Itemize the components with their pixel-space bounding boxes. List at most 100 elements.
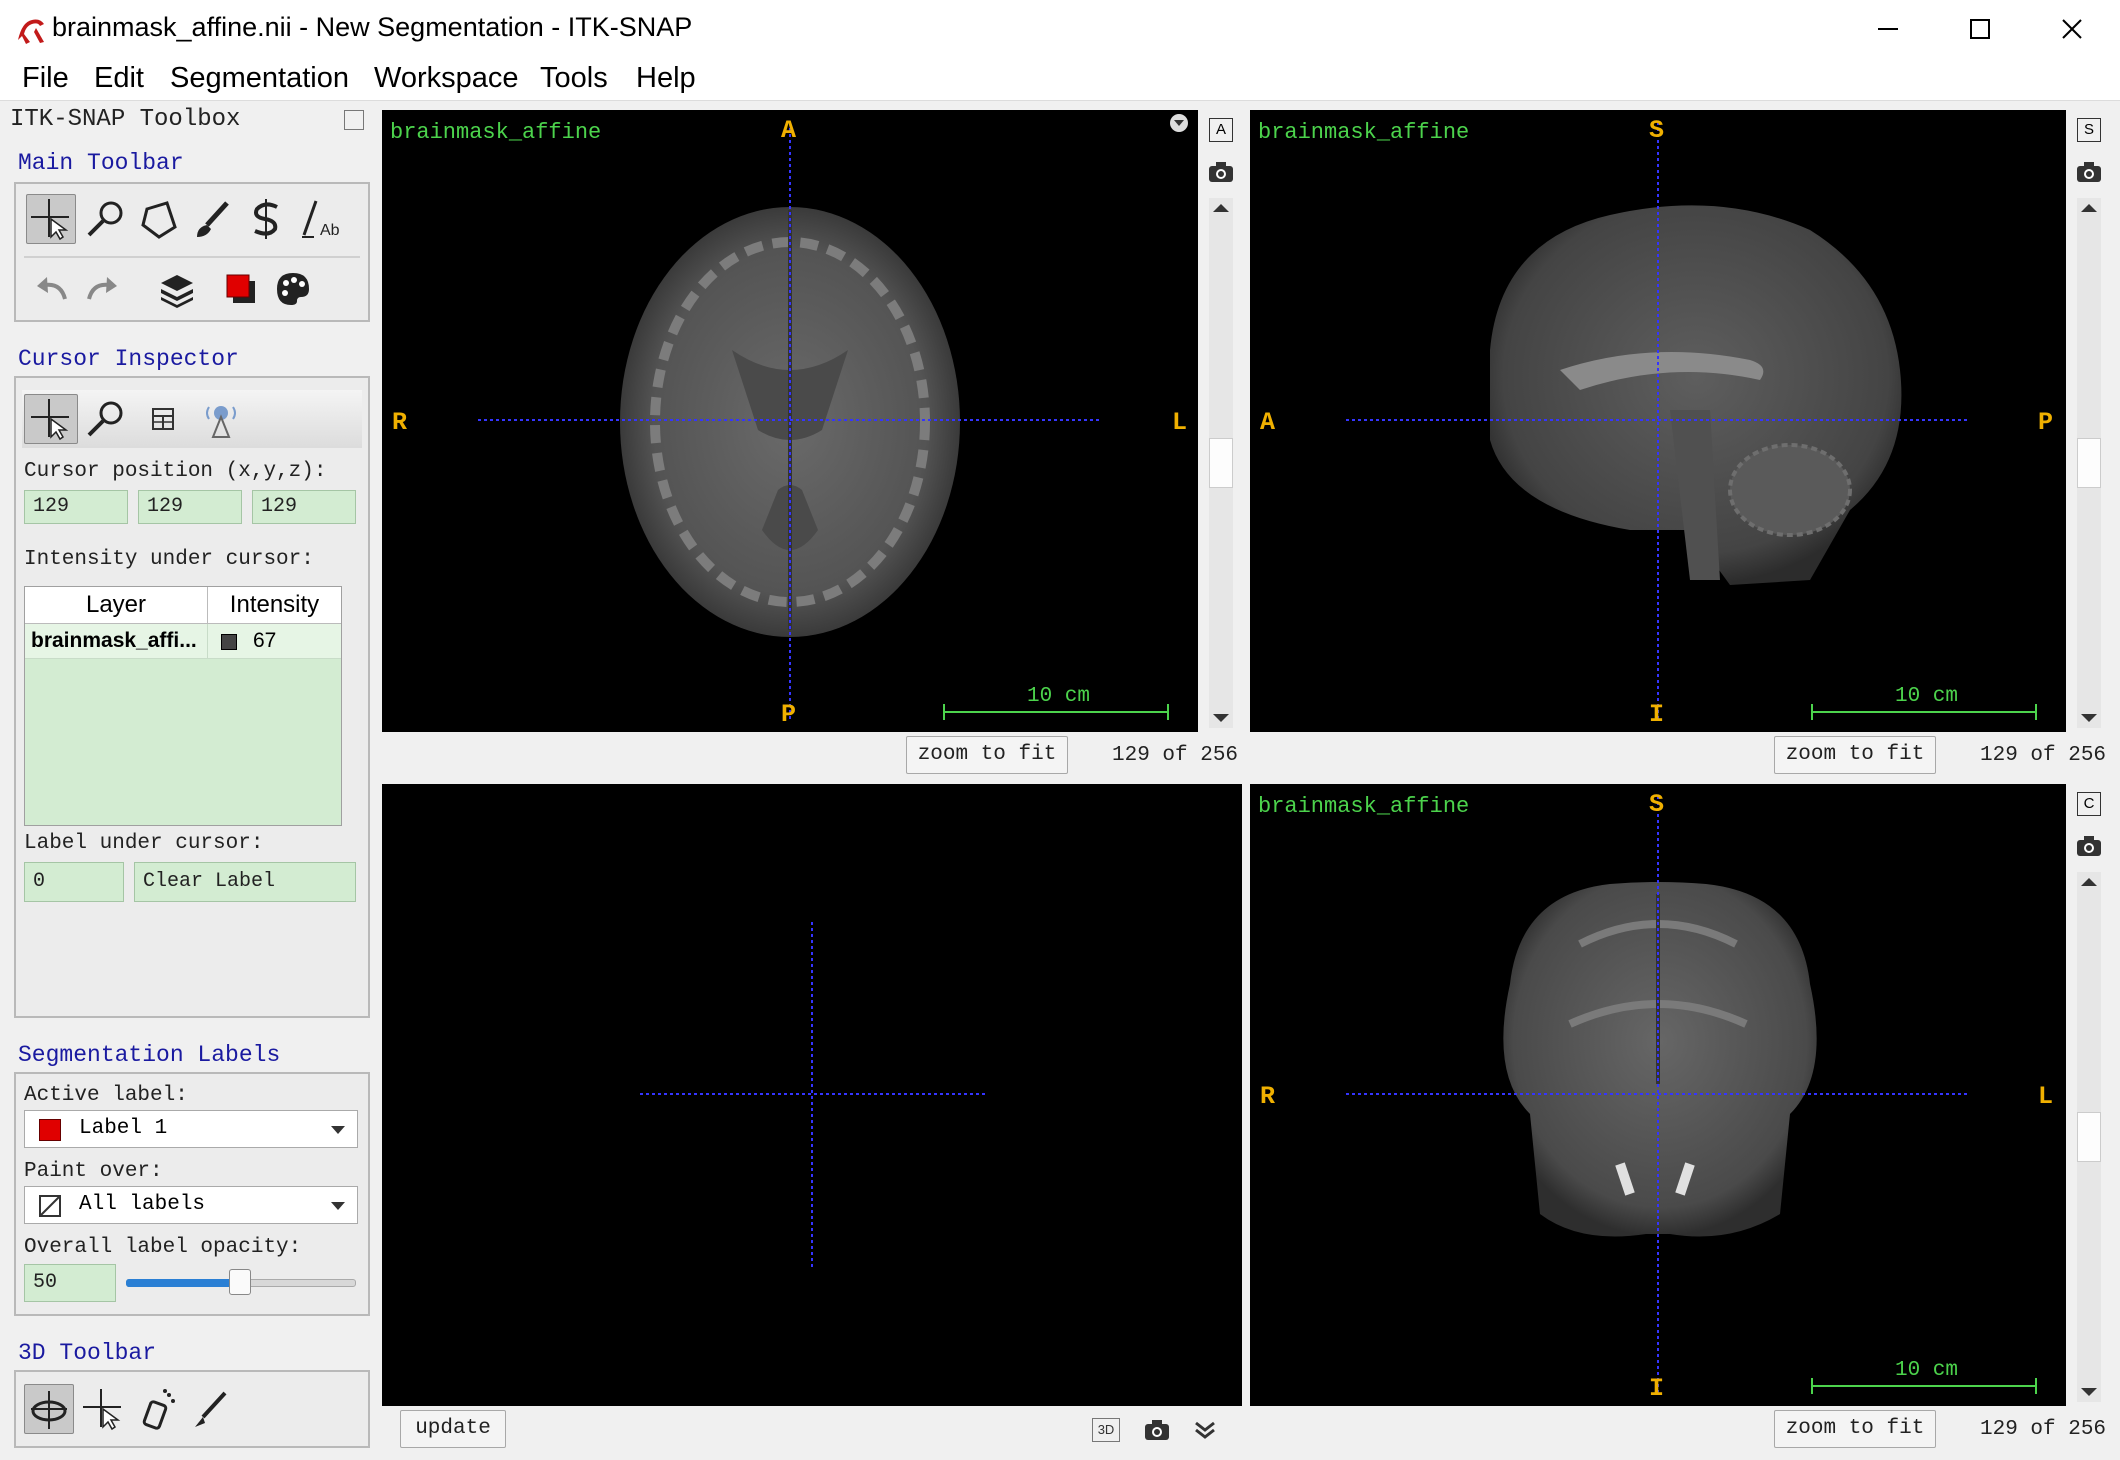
label-color-icon xyxy=(226,274,255,303)
opacity-slider-handle[interactable] xyxy=(229,1269,251,1295)
sagittal-slice-scrollbar[interactable] xyxy=(2077,198,2101,728)
coronal-orient-bottom: I xyxy=(1649,1374,1665,1403)
label-id-field[interactable]: 0 xyxy=(24,862,124,902)
toggle-3d-button[interactable]: 3D xyxy=(1092,1418,1120,1442)
sagittal-view[interactable]: brainmask_affine S I A P 10 cm xyxy=(1250,110,2066,732)
axial-snapshot-button[interactable] xyxy=(1204,156,1238,188)
cursor-y-field[interactable]: 129 xyxy=(138,490,242,524)
paintbrush-tool-button[interactable] xyxy=(188,194,238,244)
opacity-slider[interactable] xyxy=(126,1269,356,1295)
opacity-field[interactable]: 50 xyxy=(24,1264,116,1302)
magnifier-icon xyxy=(87,401,123,437)
menu-edit[interactable]: Edit xyxy=(94,62,144,95)
label-name-field[interactable]: Clear Label xyxy=(134,862,356,902)
minimize-button[interactable] xyxy=(1842,0,1934,58)
palette-icon xyxy=(277,273,309,305)
sagittal-scale-bar xyxy=(1811,704,2037,720)
view-options-button[interactable] xyxy=(1170,114,1188,132)
menu-file[interactable]: File xyxy=(22,62,69,95)
sagittal-snapshot-button[interactable] xyxy=(2072,156,2106,188)
crosshair-3d-tool-button[interactable] xyxy=(78,1384,128,1434)
intensity-swatch xyxy=(221,634,237,650)
coronal-slice-indicator: 129 of 256 xyxy=(1980,1418,2107,1441)
scroll-down-icon xyxy=(1213,714,1229,722)
chevron-down-icon xyxy=(1174,120,1184,126)
axial-sidebar: A xyxy=(1204,114,1238,734)
inspector-tab-zoom[interactable] xyxy=(80,394,130,444)
inspector-tab-cursor[interactable] xyxy=(24,394,78,444)
axial-orient-bottom: P xyxy=(781,700,797,729)
render-3d-view[interactable] xyxy=(382,784,1242,1406)
trackball-tool-button[interactable] xyxy=(24,1384,74,1434)
coronal-snapshot-button[interactable] xyxy=(2072,830,2106,862)
sagittal-corner-letter: S xyxy=(2077,118,2101,142)
coronal-sidebar: C xyxy=(2072,788,2106,1408)
cursor-x-field[interactable]: 129 xyxy=(24,490,128,524)
polygon-tool-button[interactable] xyxy=(134,194,184,244)
axial-scroll-thumb[interactable] xyxy=(1209,438,1233,488)
column-header-intensity[interactable]: Intensity xyxy=(208,591,341,619)
scroll-up-icon xyxy=(2081,878,2097,886)
scalpel-tool-button[interactable] xyxy=(186,1384,236,1434)
close-button[interactable] xyxy=(2026,0,2118,58)
redo-button[interactable] xyxy=(78,264,128,314)
menu-tools[interactable]: Tools xyxy=(540,62,608,95)
axial-slice-scrollbar[interactable] xyxy=(1209,198,1233,728)
undo-button[interactable] xyxy=(26,264,76,314)
axial-view[interactable]: brainmask_affine A P R L 10 cm xyxy=(382,110,1198,732)
update-3d-button[interactable]: update xyxy=(400,1410,506,1448)
snake-tool-button[interactable] xyxy=(242,194,292,244)
spray-tool-button[interactable] xyxy=(132,1384,182,1434)
scalpel-icon xyxy=(195,1391,227,1427)
active-label-caption: Active label: xyxy=(24,1084,188,1107)
inspector-tab-layout[interactable] xyxy=(138,394,188,444)
coronal-scale-bar xyxy=(1811,1378,2037,1394)
coronal-zoom-to-fit-button[interactable]: zoom to fit xyxy=(1774,1410,1936,1448)
menu-workspace[interactable]: Workspace xyxy=(374,62,519,95)
active-label-value: Label 1 xyxy=(79,1117,168,1140)
cursor-inspector-panel: Cursor position (x,y,z): 129 129 129 Int… xyxy=(14,376,370,1018)
coronal-crosshair xyxy=(1346,796,1970,1394)
layers-button[interactable] xyxy=(152,264,202,314)
crosshair-tool-button[interactable] xyxy=(26,194,76,244)
axial-corner-letter: A xyxy=(1209,118,1233,142)
axial-layout-button[interactable]: A xyxy=(1204,114,1238,146)
sagittal-crosshair xyxy=(1346,122,1970,720)
paint-over-dropdown[interactable]: All labels xyxy=(24,1186,358,1224)
cursor-z-field[interactable]: 129 xyxy=(252,490,356,524)
sagittal-slice-indicator: 129 of 256 xyxy=(1980,744,2107,767)
axial-orient-top: A xyxy=(781,116,797,145)
sagittal-zoom-to-fit-button[interactable]: zoom to fit xyxy=(1774,736,1936,774)
menu-bar: File Edit Segmentation Workspace Tools H… xyxy=(0,58,2120,101)
coronal-slice-scrollbar[interactable] xyxy=(2077,872,2101,1402)
sagittal-layout-button[interactable]: S xyxy=(2072,114,2106,146)
axial-orient-left: R xyxy=(392,408,408,437)
coronal-view[interactable]: brainmask_affine S I R L 10 cm xyxy=(1250,784,2066,1406)
camera-icon xyxy=(1145,1420,1169,1440)
svg-text:Ab: Ab xyxy=(320,222,340,239)
coronal-scroll-thumb[interactable] xyxy=(2077,1112,2101,1162)
title-bar: brainmask_affine.nii - New Segmentation … xyxy=(0,0,2120,58)
active-label-dropdown[interactable]: Label 1 xyxy=(24,1110,358,1148)
menu-segmentation[interactable]: Segmentation xyxy=(170,62,349,95)
table-row[interactable]: brainmask_affi... 67 xyxy=(25,624,341,659)
sagittal-scroll-thumb[interactable] xyxy=(2077,438,2101,488)
menu-help[interactable]: Help xyxy=(636,62,696,95)
coronal-layout-button[interactable]: C xyxy=(2072,788,2106,820)
redo-icon xyxy=(87,277,117,300)
render-3d-crosshair xyxy=(640,922,986,1268)
column-header-layer[interactable]: Layer xyxy=(25,591,207,619)
render-3d-snapshot-button[interactable] xyxy=(1140,1414,1174,1446)
polygon-icon xyxy=(141,201,177,239)
annotation-tool-button[interactable]: Ab xyxy=(296,194,346,244)
color-palette-button[interactable] xyxy=(268,264,318,314)
undock-icon[interactable] xyxy=(344,110,364,130)
inspector-tab-sync[interactable] xyxy=(196,394,246,444)
label-color-button[interactable] xyxy=(216,264,266,314)
sagittal-orient-bottom: I xyxy=(1649,700,1665,729)
cursor-inspector-heading: Cursor Inspector xyxy=(18,346,239,372)
render-3d-more-button[interactable] xyxy=(1188,1414,1222,1446)
zoom-tool-button[interactable] xyxy=(80,194,130,244)
axial-zoom-to-fit-button[interactable]: zoom to fit xyxy=(906,736,1068,774)
maximize-button[interactable] xyxy=(1934,0,2026,58)
